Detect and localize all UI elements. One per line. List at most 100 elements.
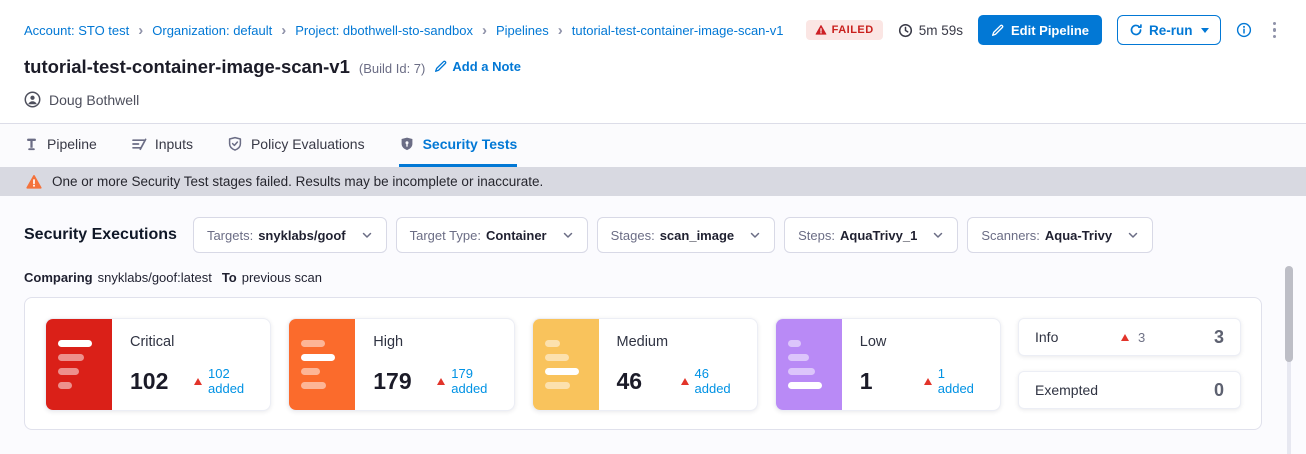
tab-security-tests[interactable]: Security Tests (399, 124, 518, 167)
filter-label: Steps: (798, 228, 835, 243)
warning-banner: One or more Security Test stages failed.… (0, 167, 1306, 196)
chevron-right-icon: › (138, 23, 143, 38)
tab-label: Security Tests (423, 136, 518, 152)
pipeline-execution-page: Account: STO test › Organization: defaul… (0, 0, 1306, 454)
scanners-filter-dropdown[interactable]: Scanners: Aqua-Trivy (967, 217, 1153, 253)
exempted-card[interactable]: Exempted 0 (1018, 371, 1241, 409)
comparing-line: Comparing snyklabs/goof:latest To previo… (24, 270, 1282, 285)
up-triangle-icon (194, 378, 202, 385)
user-name: Doug Bothwell (49, 92, 139, 108)
more-options-icon[interactable] (1267, 18, 1283, 43)
breadcrumb-pipeline-name[interactable]: tutorial-test-container-image-scan-v1 (572, 23, 784, 38)
edit-pipeline-button[interactable]: Edit Pipeline (978, 15, 1102, 45)
filter-value: AquaTrivy_1 (840, 228, 917, 243)
info-delta: 3 (1138, 330, 1145, 345)
edit-pipeline-label: Edit Pipeline (1011, 23, 1089, 38)
medium-card[interactable]: Medium 46 46 added (532, 318, 758, 411)
breadcrumb-row: Account: STO test › Organization: defaul… (24, 15, 1282, 45)
breadcrumb-project[interactable]: Project: dbothwell-sto-sandbox (295, 23, 473, 38)
scrollbar-thumb[interactable] (1285, 266, 1293, 362)
low-card[interactable]: Low 1 1 added (775, 318, 1001, 411)
tab-bar: Pipeline Inputs Policy Evaluations Secur… (0, 124, 1306, 167)
sliders-icon (131, 136, 147, 152)
info-card[interactable]: Info 3 3 (1018, 318, 1241, 356)
info-icon[interactable] (1236, 22, 1252, 38)
title-row: tutorial-test-container-image-scan-v1 (B… (24, 56, 1282, 78)
warning-triangle-icon (815, 24, 827, 36)
medium-severity-icon (533, 319, 599, 410)
severity-delta: 102 added (208, 366, 254, 396)
filter-value: scan_image (660, 228, 734, 243)
info-label: Info (1035, 329, 1121, 345)
low-severity-icon (776, 319, 842, 410)
critical-card[interactable]: Critical 102 102 added (45, 318, 271, 411)
breadcrumb-account[interactable]: Account: STO test (24, 23, 129, 38)
severity-label: Critical (130, 334, 254, 350)
chevron-down-icon (932, 229, 944, 241)
filter-value: Aqua-Trivy (1045, 228, 1112, 243)
tab-inputs[interactable]: Inputs (131, 124, 193, 167)
filter-value: snyklabs/goof (258, 228, 345, 243)
severity-label: High (373, 334, 497, 350)
status-badge: FAILED (806, 20, 883, 40)
header-actions: FAILED 5m 59s Edit Pipeline Re-run (806, 15, 1282, 45)
clock-icon (898, 23, 913, 38)
severity-delta: 179 added (451, 366, 497, 396)
warning-triangle-icon (26, 174, 42, 190)
chevron-right-icon: › (558, 23, 563, 38)
build-id: (Build Id: 7) (359, 61, 425, 76)
high-card[interactable]: High 179 179 added (288, 318, 514, 411)
filter-label: Target Type: (410, 228, 481, 243)
filter-bar: Targets: snyklabs/goof Target Type: Cont… (193, 217, 1153, 253)
critical-severity-icon (46, 319, 112, 410)
breadcrumb-organization[interactable]: Organization: default (152, 23, 272, 38)
comparing-target: snyklabs/goof:latest (98, 270, 212, 285)
up-triangle-icon (1121, 334, 1129, 341)
severity-count: 179 (373, 368, 437, 395)
target-type-filter-dropdown[interactable]: Target Type: Container (396, 217, 588, 253)
section-title: Security Executions (24, 226, 177, 244)
filter-label: Stages: (611, 228, 655, 243)
info-count: 3 (1214, 327, 1224, 348)
exempted-count: 0 (1214, 380, 1224, 401)
rerun-label: Re-run (1149, 23, 1193, 38)
add-note-label: Add a Note (452, 59, 521, 74)
chevron-right-icon: › (482, 23, 487, 38)
severity-count: 1 (860, 368, 924, 395)
exempted-label: Exempted (1035, 382, 1121, 398)
add-note-button[interactable]: Add a Note (434, 59, 521, 74)
user-avatar-icon (24, 91, 41, 108)
filter-label: Scanners: (981, 228, 1040, 243)
filter-label: Targets: (207, 228, 253, 243)
side-summary-column: Info 3 3 Exempted 0 (1018, 318, 1241, 409)
chevron-down-icon (1127, 229, 1139, 241)
severity-summary-panel: Critical 102 102 added High 179 179 adde… (24, 297, 1262, 430)
comparing-to-label: To (222, 270, 237, 285)
targets-filter-dropdown[interactable]: Targets: snyklabs/goof (193, 217, 387, 253)
up-triangle-icon (924, 378, 932, 385)
refresh-icon (1129, 23, 1143, 37)
tab-policy-evaluations[interactable]: Policy Evaluations (227, 124, 365, 167)
warning-banner-text: One or more Security Test stages failed.… (52, 174, 543, 189)
comparing-baseline: previous scan (242, 270, 322, 285)
breadcrumb-pipelines[interactable]: Pipelines (496, 23, 549, 38)
tab-pipeline[interactable]: Pipeline (24, 124, 97, 167)
user-row: Doug Bothwell (24, 91, 1282, 108)
header: Account: STO test › Organization: defaul… (0, 0, 1306, 124)
security-tests-content: Security Executions Targets: snyklabs/go… (0, 196, 1306, 430)
stages-filter-dropdown[interactable]: Stages: scan_image (597, 217, 776, 253)
steps-filter-dropdown[interactable]: Steps: AquaTrivy_1 (784, 217, 958, 253)
page-title: tutorial-test-container-image-scan-v1 (24, 56, 350, 78)
pencil-icon (991, 24, 1004, 37)
severity-count: 46 (617, 368, 681, 395)
severity-label: Low (860, 334, 984, 350)
filter-value: Container (486, 228, 547, 243)
duration-value: 5m 59s (919, 23, 963, 38)
severity-delta: 1 added (938, 366, 984, 396)
severity-count: 102 (130, 368, 194, 395)
breadcrumb: Account: STO test › Organization: defaul… (24, 23, 783, 38)
tab-label: Inputs (155, 136, 193, 152)
shield-check-icon (227, 136, 243, 152)
rerun-button[interactable]: Re-run (1117, 15, 1221, 45)
status-badge-label: FAILED (832, 24, 874, 36)
